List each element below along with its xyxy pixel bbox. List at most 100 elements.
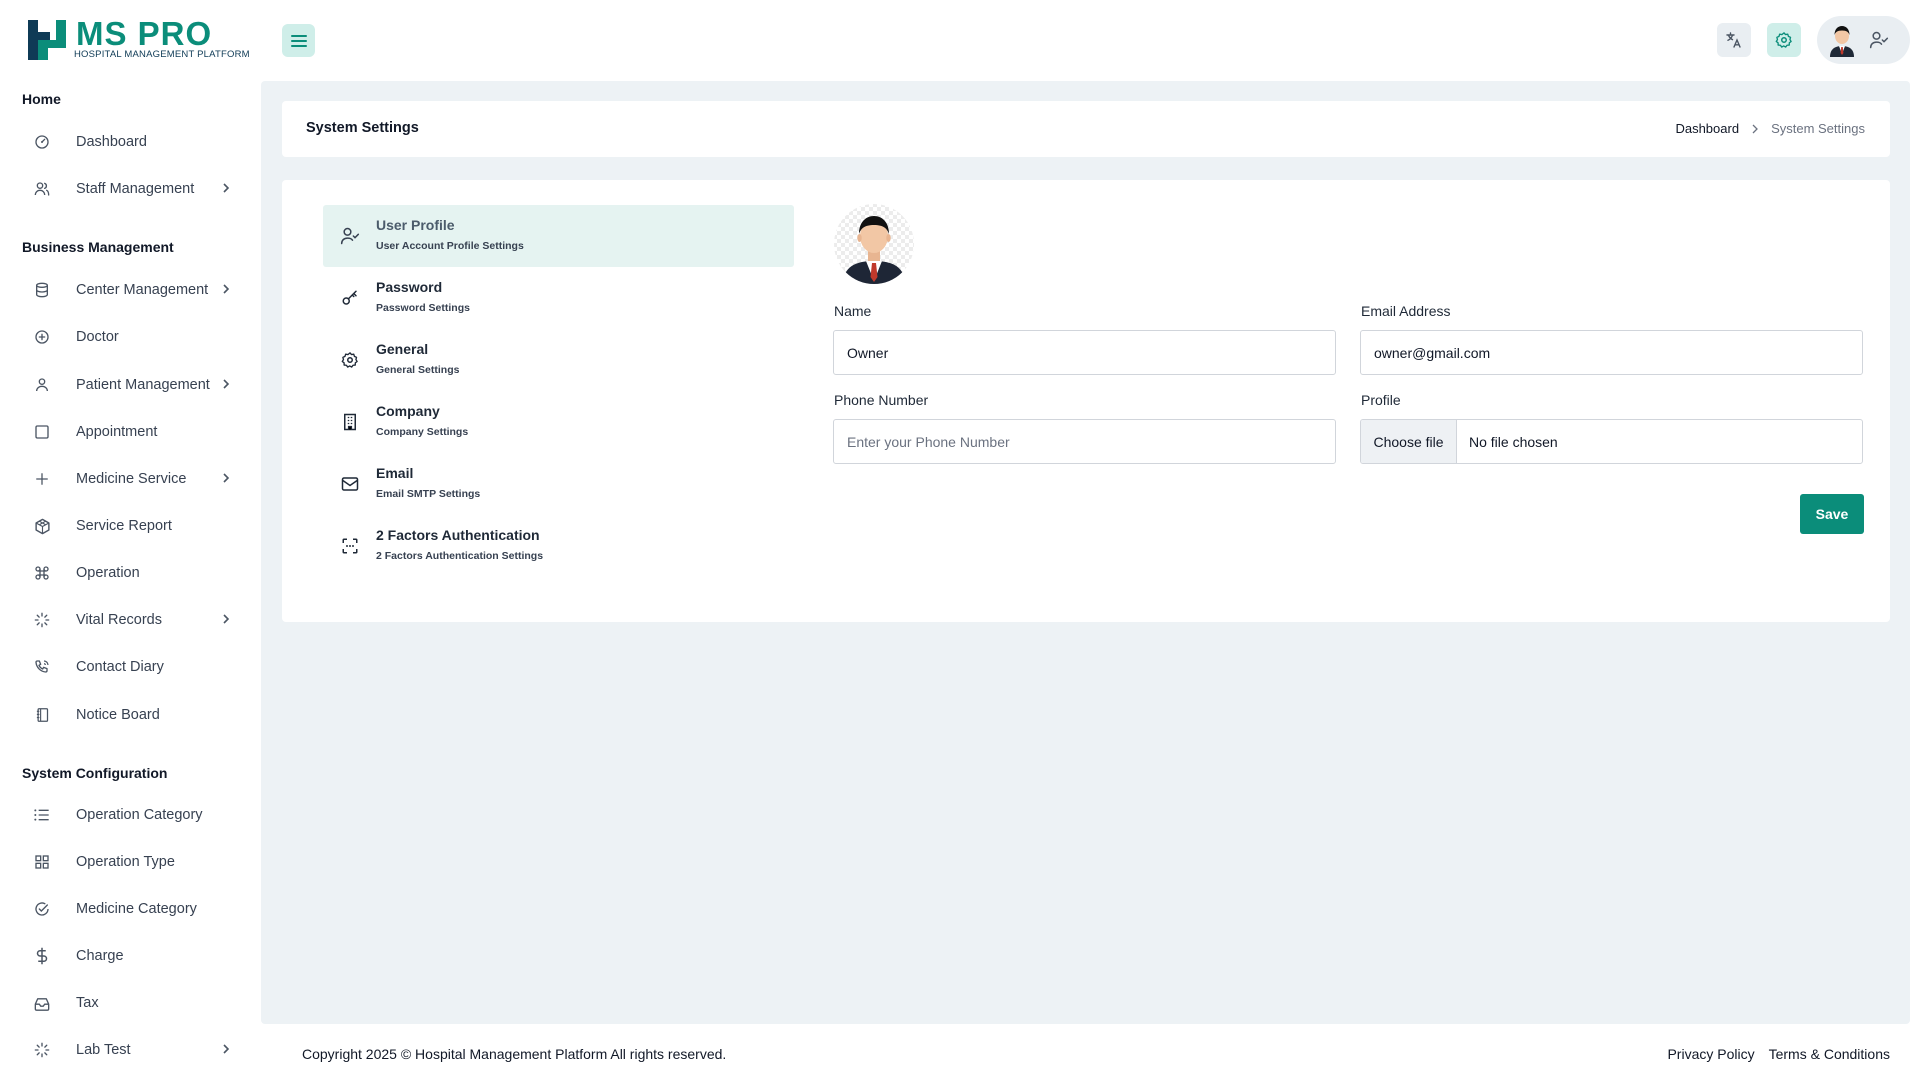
logo[interactable]: MS PRO HOSPITAL MANAGEMENT PLATFORM [26,16,250,64]
logo-tagline: HOSPITAL MANAGEMENT PLATFORM [74,49,250,60]
sidebar: Home Dashboard Staff Management Business… [0,80,260,1080]
file-status: No file chosen [1469,433,1558,450]
chevron-right-icon [223,473,230,483]
page-header: System Settings Dashboard System Setting… [282,101,1890,157]
chevron-right-icon [223,614,230,624]
settings-menu: User Profile User Account Profile Settin… [323,205,794,577]
sidebar-item-label: Operation Category [76,807,203,823]
sidebar-item-medicine-service[interactable]: Medicine Service [22,460,234,498]
sidebar-item-appointment[interactable]: Appointment [22,413,234,451]
user-check-icon [1869,31,1889,49]
sidebar-item-label: Appointment [76,424,158,440]
phone-icon [22,659,62,675]
sidebar-item-staff-management[interactable]: Staff Management [22,170,234,208]
user-icon [22,377,62,393]
settings-menu-company[interactable]: Company Company Settings [323,391,794,453]
user-check-icon [339,225,361,247]
hamburger-icon [290,34,307,47]
sidebar-item-tax[interactable]: Tax [22,984,234,1022]
settings-menu-2fa[interactable]: 2 Factors Authentication 2 Factors Authe… [323,515,794,577]
footer-links: Privacy Policy Terms & Conditions [1667,1046,1890,1062]
list-icon [22,808,62,822]
save-button[interactable]: Save [1800,494,1864,534]
settings-menu-title: 2 Factors Authentication [376,527,540,543]
dollar-icon [22,947,62,965]
terms-link[interactable]: Terms & Conditions [1769,1046,1890,1062]
sidebar-item-lab-test[interactable]: Lab Test [22,1031,234,1069]
sidebar-item-doctor[interactable]: Doctor [22,318,234,356]
sidebar-item-patient-management[interactable]: Patient Management [22,366,234,404]
settings-menu-title: Email [376,465,414,481]
profile-label: Profile [1361,392,1401,408]
sidebar-item-dashboard[interactable]: Dashboard [22,123,234,161]
name-input[interactable] [833,330,1336,375]
sidebar-item-notice-board[interactable]: Notice Board [22,696,234,734]
command-icon [22,565,62,581]
sidebar-item-label: Staff Management [76,181,195,197]
breadcrumb-home-link[interactable]: Dashboard [1675,121,1739,136]
sidebar-item-medicine-category[interactable]: Medicine Category [22,890,234,928]
phone-label: Phone Number [834,392,929,408]
plus-icon [22,472,62,486]
phone-input[interactable] [833,419,1336,464]
loader-icon [22,612,62,628]
settings-menu-subtitle: Password Settings [376,302,470,314]
email-label: Email Address [1361,303,1451,319]
chevron-right-icon [1752,124,1758,133]
check-circle-icon [22,901,62,917]
sidebar-item-label: Lab Test [76,1042,131,1058]
email-input[interactable] [1360,330,1863,375]
top-bar: MS PRO HOSPITAL MANAGEMENT PLATFORM [0,0,1920,80]
plus-circle-icon [22,329,62,345]
sidebar-item-label: Medicine Service [76,471,187,487]
profile-picture [834,204,914,284]
chevron-right-icon [223,183,230,193]
sidebar-section-title: System Configuration [22,765,168,781]
sidebar-item-label: Notice Board [76,707,160,723]
chevron-right-icon [223,379,230,389]
language-button[interactable] [1717,23,1751,57]
sidebar-item-label: Contact Diary [76,659,164,675]
chevron-right-icon [223,284,230,294]
sidebar-item-vital-records[interactable]: Vital Records [22,601,234,639]
sidebar-item-service-report[interactable]: Service Report [22,507,234,545]
settings-menu-title: Password [376,279,443,295]
footer-copyright: Copyright 2025 © Hospital Management Pla… [302,1046,727,1062]
settings-menu-subtitle: General Settings [376,364,460,376]
gear-icon [1775,32,1792,48]
loader-icon [22,1042,62,1058]
settings-menu-email[interactable]: Email Email SMTP Settings [323,453,794,515]
profile-file-input[interactable]: Choose file No file chosen [1360,419,1863,464]
sidebar-item-label: Vital Records [76,612,162,628]
privacy-policy-link[interactable]: Privacy Policy [1667,1046,1754,1062]
name-label: Name [834,303,872,319]
sidebar-item-label: Dashboard [76,134,147,150]
building-icon [339,411,361,433]
notebook-icon [22,707,62,723]
scan-icon [339,535,361,557]
sidebar-item-label: Tax [76,995,99,1011]
logo-mark-icon [28,20,66,60]
sidebar-item-center-management[interactable]: Center Management [22,271,234,309]
chevron-right-icon [223,1044,230,1054]
choose-file-button[interactable]: Choose file [1361,420,1457,463]
settings-menu-general[interactable]: General General Settings [323,329,794,391]
sidebar-item-operation-category[interactable]: Operation Category [22,796,234,834]
user-menu[interactable] [1817,16,1910,64]
settings-button[interactable] [1767,23,1801,57]
sidebar-item-charge[interactable]: Charge [22,937,234,975]
sidebar-item-label: Service Report [76,518,172,534]
sidebar-section-title: Home [22,91,61,107]
sidebar-toggle-button[interactable] [282,24,315,57]
sidebar-item-operation[interactable]: Operation [22,554,234,592]
settings-card: User Profile User Account Profile Settin… [282,180,1890,622]
settings-menu-subtitle: Email SMTP Settings [376,488,481,500]
settings-menu-password[interactable]: Password Password Settings [323,267,794,329]
sidebar-item-label: Patient Management [76,377,210,393]
sidebar-item-label: Operation [76,565,140,581]
sidebar-item-contact-diary[interactable]: Contact Diary [22,648,234,686]
sidebar-item-operation-type[interactable]: Operation Type [22,843,234,881]
settings-menu-user-profile[interactable]: User Profile User Account Profile Settin… [323,205,794,267]
square-icon [22,424,62,440]
sidebar-section-title: Business Management [22,239,174,255]
